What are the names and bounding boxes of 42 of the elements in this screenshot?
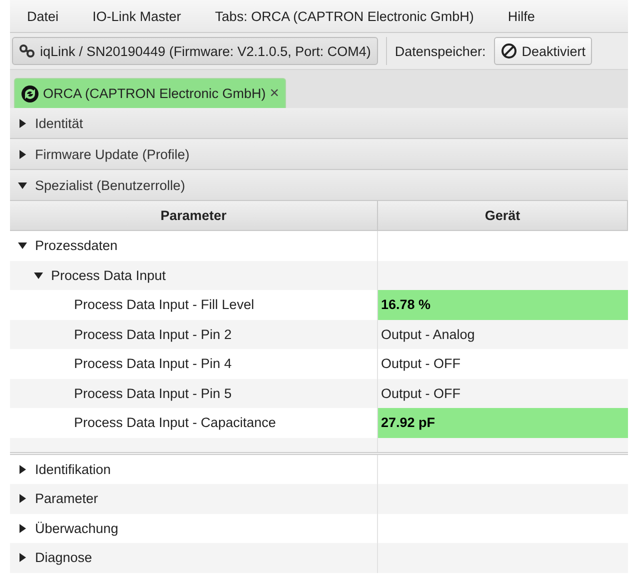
- connection-button[interactable]: iqLink / SN20190449 (Firmware: V2.1.0.5, Port: COM4): [12, 37, 378, 65]
- section-header[interactable]: Identität: [10, 108, 628, 139]
- value-cell-text: Output - OFF: [380, 384, 462, 403]
- menu-item[interactable]: IO-Link Master: [76, 8, 198, 24]
- close-icon[interactable]: ×: [270, 84, 280, 102]
- deactivated-button[interactable]: Deaktiviert: [494, 37, 592, 65]
- datastore-label: Datenspeicher:: [394, 44, 486, 58]
- tree-item[interactable]: Process Data Input: [51, 268, 166, 283]
- tree-item[interactable]: Identifikation: [35, 462, 111, 477]
- tree-item[interactable]: Process Data Input - Pin 5: [74, 386, 232, 401]
- device-tab[interactable]: ORCA (CAPTRON Electronic GmbH) ×: [14, 78, 286, 108]
- tree-item[interactable]: Überwachung: [35, 520, 118, 536]
- menu-item[interactable]: Tabs: ORCA (CAPTRON Electronic GmbH): [198, 8, 491, 24]
- tree-item[interactable]: Diagnose: [35, 550, 92, 566]
- value-cell-text: Output - Analog: [380, 326, 476, 344]
- column-header[interactable]: Gerät: [378, 201, 628, 230]
- collapsed-triangle-icon[interactable]: [18, 118, 27, 128]
- menu-item[interactable]: Datei: [10, 8, 76, 24]
- section-header[interactable]: Firmware Update (Profile): [10, 139, 628, 170]
- tree-item[interactable]: Process Data Input - Pin 4: [74, 356, 232, 372]
- tree-item[interactable]: Process Data Input - Capacitance: [74, 415, 276, 430]
- collapsed-triangle-icon[interactable]: [18, 494, 27, 504]
- expanded-triangle-icon[interactable]: [18, 180, 27, 190]
- value-cell-text: Output - OFF: [380, 355, 462, 374]
- expanded-triangle-icon[interactable]: [18, 241, 27, 250]
- collapsed-triangle-icon[interactable]: [18, 524, 27, 533]
- section-header[interactable]: Spezialist (Benutzerrolle): [10, 170, 628, 201]
- prohibited-icon: [500, 43, 517, 59]
- value-cell: 27.92 pF: [378, 408, 628, 438]
- collapsed-triangle-icon[interactable]: [18, 464, 27, 474]
- column-header[interactable]: Parameter: [10, 201, 378, 230]
- tree-item[interactable]: Process Data Input - Fill Level: [74, 297, 254, 312]
- sync-icon: [21, 84, 39, 102]
- tree-item[interactable]: Parameter: [35, 491, 98, 506]
- collapsed-triangle-icon[interactable]: [18, 553, 27, 562]
- tree-item[interactable]: Process Data Input - Pin 2: [74, 326, 232, 342]
- link-icon: [19, 44, 35, 58]
- collapsed-triangle-icon[interactable]: [18, 150, 27, 158]
- tree-item[interactable]: Prozessdaten: [35, 238, 118, 254]
- menu-item[interactable]: Hilfe: [490, 8, 552, 24]
- expanded-triangle-icon[interactable]: [34, 270, 43, 280]
- value-cell: 16.78 %: [378, 290, 628, 320]
